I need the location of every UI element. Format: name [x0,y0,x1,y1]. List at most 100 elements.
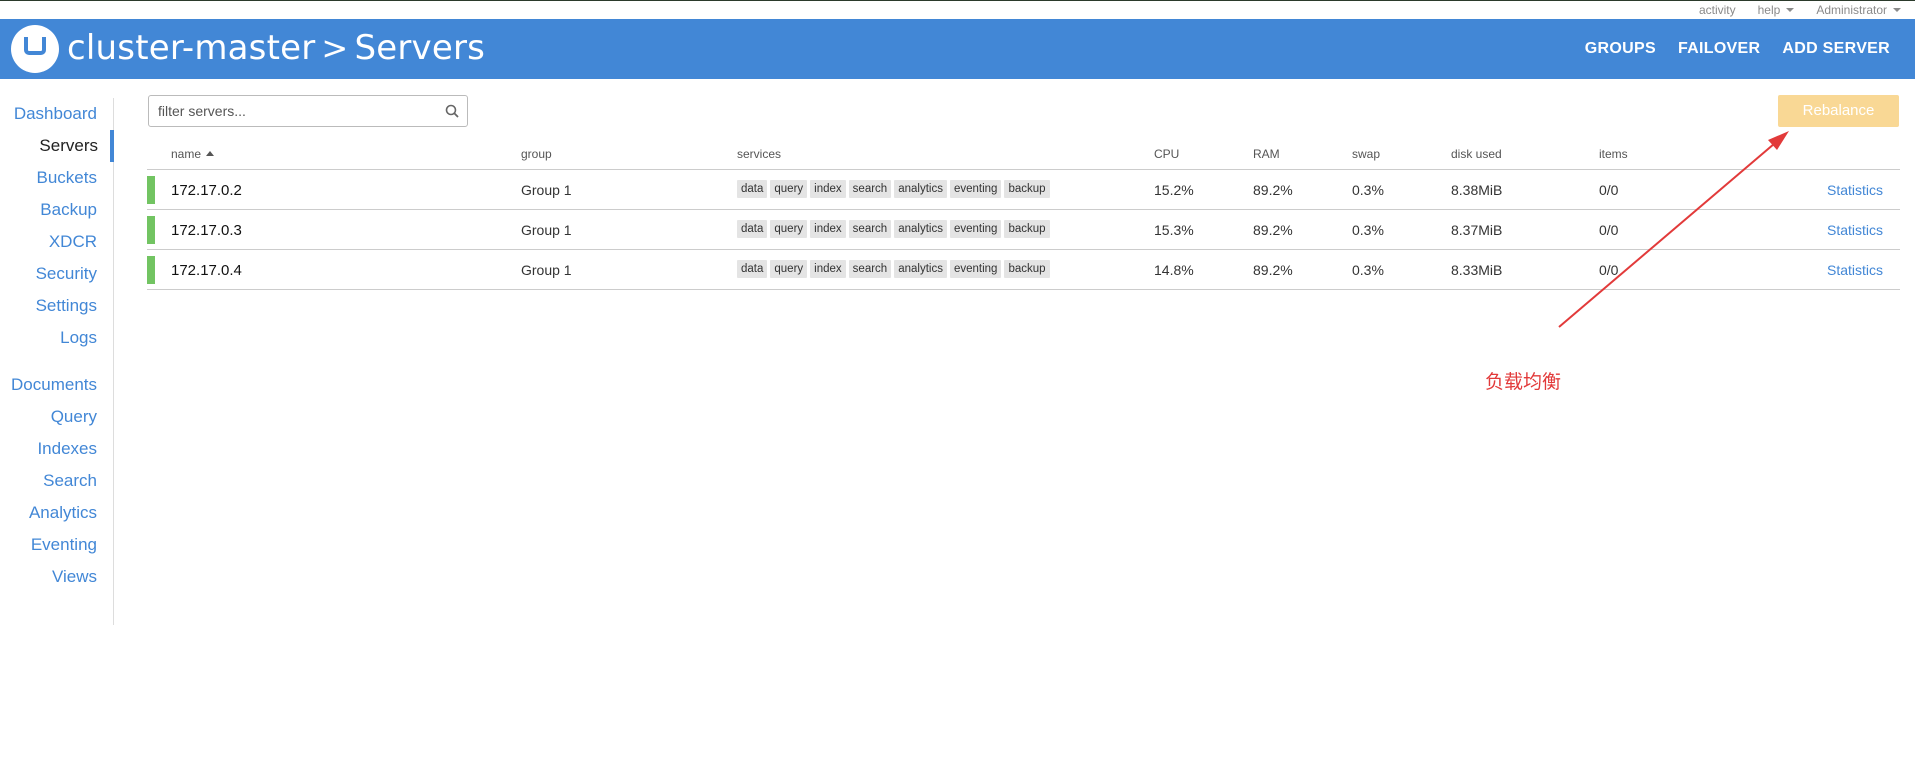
sidebar-item-servers[interactable]: Servers [0,130,114,162]
items-value: 0/0 [1599,262,1619,278]
service-chip: eventing [949,180,1002,198]
sort-ascending-icon [206,151,215,156]
cluster-name[interactable]: cluster-master [67,28,315,68]
sidebar-item-indexes[interactable]: Indexes [0,433,113,465]
help-label: help [1757,3,1781,17]
sidebar-item-buckets[interactable]: Buckets [0,162,113,194]
help-menu[interactable]: help [1758,3,1795,17]
filter-servers-input[interactable] [149,96,429,126]
groups-button[interactable]: GROUPS [1585,40,1656,58]
status-indicator [147,176,155,204]
service-chip: eventing [949,220,1002,238]
server-name[interactable]: 172.17.0.3 [171,222,242,239]
sidebar-item-dashboard[interactable]: Dashboard [0,98,113,130]
sidebar-item-eventing[interactable]: Eventing [0,529,113,561]
col-name-header[interactable]: name [171,147,215,161]
items-value: 0/0 [1599,222,1619,238]
service-chip: analytics [894,260,947,278]
sidebar-item-search[interactable]: Search [0,465,113,497]
couchbase-logo-icon[interactable] [11,25,59,73]
service-chip: query [770,180,808,198]
search-icon[interactable] [445,104,459,118]
service-chip: backup [1004,260,1050,278]
sidebar-item-analytics[interactable]: Analytics [0,497,113,529]
col-services-header[interactable]: services [737,147,781,161]
activity-link[interactable]: activity [1699,3,1736,17]
service-chip: index [810,220,846,238]
service-chip: data [737,260,768,278]
service-chip: query [770,220,808,238]
sidebar-item-views[interactable]: Views [0,561,113,593]
service-chip: search [848,220,892,238]
status-indicator [147,216,155,244]
service-chip: analytics [894,220,947,238]
ram-value: 89.2% [1253,182,1293,198]
col-cpu-header[interactable]: CPU [1154,147,1179,161]
service-list: data query index search analytics eventing bac… [737,180,1050,198]
table-row[interactable]: 172.17.0.4 Group 1 data query index search ana… [147,250,1900,290]
service-chip: query [770,260,808,278]
filter-servers-box [148,95,468,127]
user-menu[interactable]: Administrator [1816,3,1901,17]
breadcrumb-separator: > [321,29,349,67]
page-title: cluster-master > Servers [67,28,485,68]
sidebar-item-xdcr[interactable]: XDCR [0,226,113,258]
sidebar-item-backup[interactable]: Backup [0,194,113,226]
app-header: cluster-master > Servers GROUPS FAILOVER… [0,19,1915,79]
server-group: Group 1 [521,182,572,198]
status-indicator [147,256,155,284]
cpu-value: 14.8% [1154,262,1194,278]
disk-used-value: 8.38MiB [1451,182,1503,198]
service-list: data query index search analytics eventing bac… [737,260,1050,278]
ram-value: 89.2% [1253,222,1293,238]
failover-button[interactable]: FAILOVER [1678,40,1760,58]
service-chip: backup [1004,220,1050,238]
server-group: Group 1 [521,222,572,238]
service-chip: search [848,180,892,198]
sidebar-item-documents[interactable]: Documents [0,369,113,401]
col-disk-header[interactable]: disk used [1451,147,1502,161]
swap-value: 0.3% [1352,182,1384,198]
annotation-label: 负载均衡 [1485,371,1562,393]
table-header: name group services CPU RAM swap disk us… [147,140,1900,170]
server-name[interactable]: 172.17.0.2 [171,182,242,199]
sidebar-item-settings[interactable]: Settings [0,290,113,322]
sidebar-item-security[interactable]: Security [0,258,113,290]
swap-value: 0.3% [1352,222,1384,238]
statistics-link[interactable]: Statistics [1827,222,1883,238]
col-group-header[interactable]: group [521,147,552,161]
table-row[interactable]: 172.17.0.3 Group 1 data query index search ana… [147,210,1900,250]
server-group: Group 1 [521,262,572,278]
disk-used-value: 8.37MiB [1451,222,1503,238]
sidebar-nav: Dashboard Servers Buckets Backup XDCR Se… [0,98,114,625]
service-chip: search [848,260,892,278]
service-chip: backup [1004,180,1050,198]
cpu-value: 15.2% [1154,182,1194,198]
col-swap-header[interactable]: swap [1352,147,1380,161]
sidebar-item-logs[interactable]: Logs [0,322,113,354]
service-chip: eventing [949,260,1002,278]
service-chip: analytics [894,180,947,198]
col-items-header[interactable]: items [1599,147,1628,161]
cpu-value: 15.3% [1154,222,1194,238]
disk-used-value: 8.33MiB [1451,262,1503,278]
items-value: 0/0 [1599,182,1619,198]
sidebar-item-query[interactable]: Query [0,401,113,433]
swap-value: 0.3% [1352,262,1384,278]
col-ram-header[interactable]: RAM [1253,147,1280,161]
header-actions: GROUPS FAILOVER ADD SERVER [1585,40,1890,58]
service-list: data query index search analytics eventing bac… [737,220,1050,238]
col-name-label: name [171,147,202,161]
service-chip: data [737,180,768,198]
service-chip: data [737,220,768,238]
service-chip: index [810,180,846,198]
server-name[interactable]: 172.17.0.4 [171,262,242,279]
chevron-down-icon [1786,8,1795,12]
add-server-button[interactable]: ADD SERVER [1782,40,1890,58]
top-utility-bar: activity help Administrator [0,0,1915,19]
statistics-link[interactable]: Statistics [1827,182,1883,198]
statistics-link[interactable]: Statistics [1827,262,1883,278]
rebalance-button[interactable]: Rebalance [1778,95,1899,127]
user-label: Administrator [1816,3,1887,17]
table-row[interactable]: 172.17.0.2 Group 1 data query index search ana… [147,170,1900,210]
